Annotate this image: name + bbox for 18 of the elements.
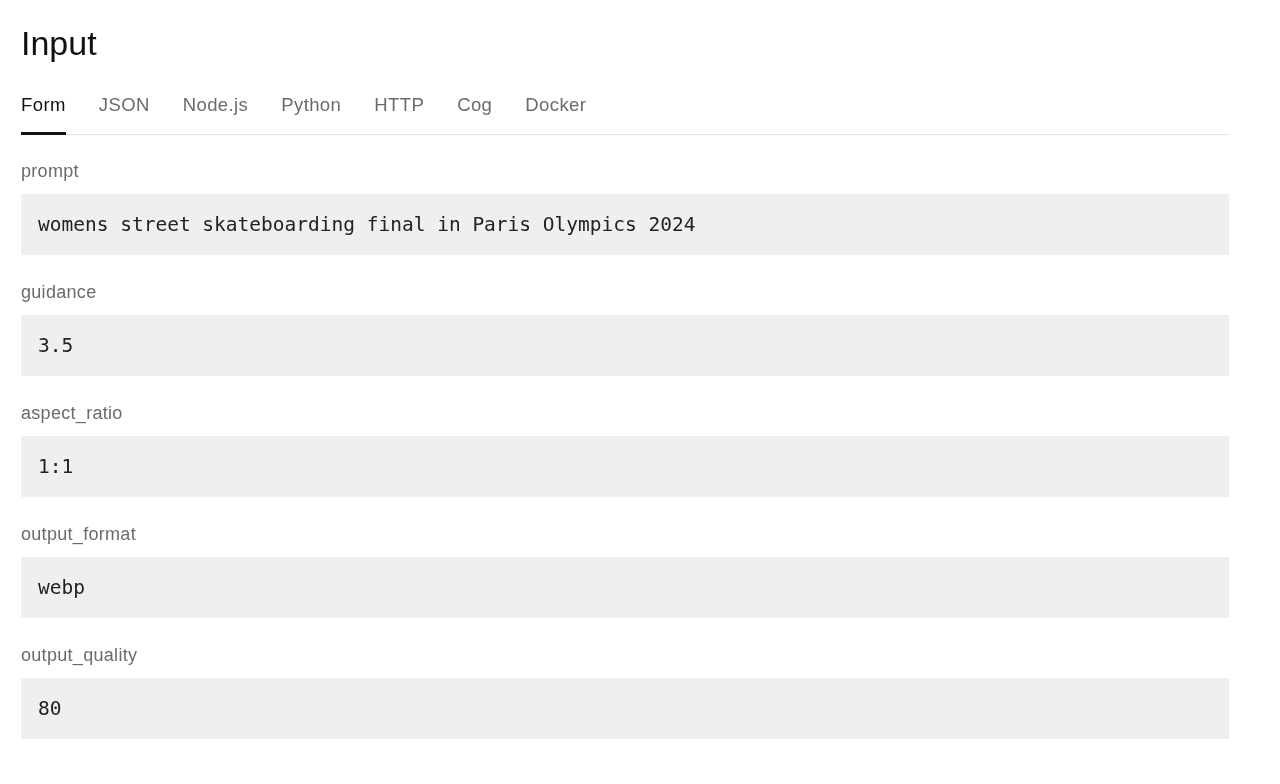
field-label: output_quality <box>21 644 138 667</box>
tab[interactable]: Python <box>281 80 342 135</box>
input-field[interactable]: 1:1 <box>21 436 1229 497</box>
field-label: prompt <box>21 160 79 183</box>
tab[interactable]: JSON <box>98 80 150 135</box>
input-field[interactable]: webp <box>21 557 1229 618</box>
section-title: Input <box>21 23 98 64</box>
tab[interactable]: HTTP <box>374 80 425 135</box>
tab[interactable]: Cog <box>457 80 493 135</box>
tab[interactable]: Docker <box>525 80 587 135</box>
field-label: output_format <box>21 523 136 546</box>
field-label: guidance <box>21 281 97 304</box>
input-field[interactable]: 80 <box>21 678 1229 739</box>
input-field[interactable]: womens street skateboarding final in Paris Olympics 2024 <box>21 194 1229 255</box>
tab[interactable]: Node.js <box>182 80 249 135</box>
input-field[interactable]: 3.5 <box>21 315 1229 376</box>
field-label: aspect_ratio <box>21 402 123 425</box>
tab[interactable]: Form <box>21 80 66 135</box>
